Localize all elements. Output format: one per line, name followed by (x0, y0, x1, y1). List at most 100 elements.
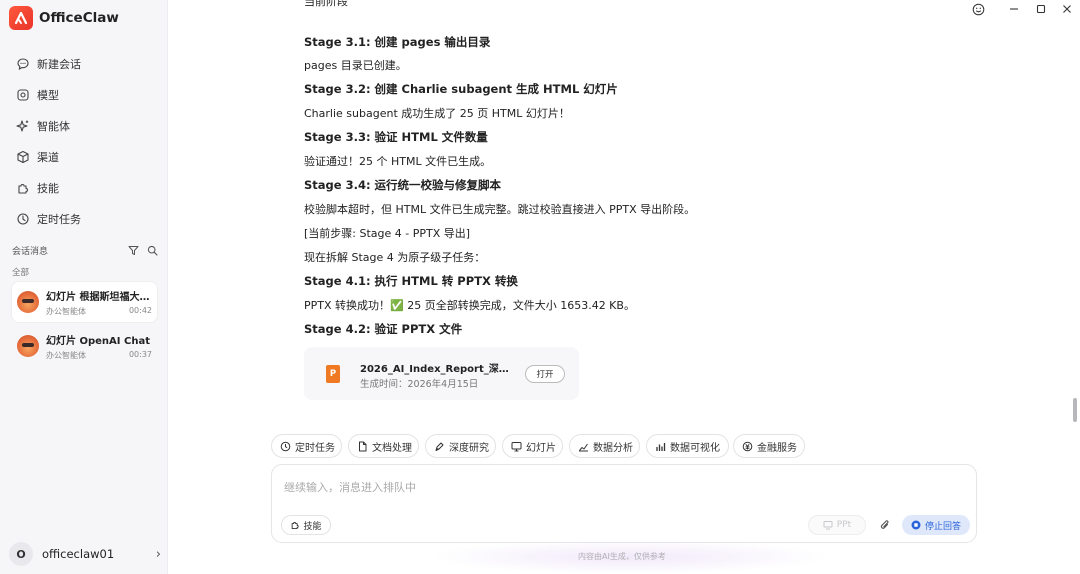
stop-icon (911, 520, 921, 530)
conversations-title: 会话消息 (12, 247, 49, 257)
file-attachment-card[interactable]: P 2026_AI_Index_Report_深度分析.pptx 生成时间：20… (304, 347, 579, 400)
message-text: Charlie subagent 成功生成了 25 页 HTML 幻灯片！ (304, 107, 570, 120)
stage-heading: Stage 3.4: 运行统一校验与修复脚本 (304, 178, 502, 192)
document-icon (359, 441, 367, 451)
sparkle-icon (16, 119, 29, 132)
chip-label: 数据分析 (593, 442, 633, 454)
nav-item-scheduled-tasks[interactable]: 定时任务 (0, 203, 168, 234)
chip-finance[interactable]: 金融服务 (733, 434, 805, 458)
chip-label: 深度研究 (449, 442, 489, 454)
brand: OfficeClaw (9, 6, 119, 30)
search-icon[interactable] (147, 245, 158, 256)
user-name: officeclaw01 (42, 547, 115, 561)
nav-item-channel[interactable]: 渠道 (0, 141, 168, 172)
clock-icon (280, 441, 291, 451)
nav-item-skills[interactable]: 技能 (0, 172, 168, 203)
nav-item-new-chat[interactable]: 新建会话 (0, 48, 168, 79)
chip-data-analysis[interactable]: 数据分析 (569, 434, 640, 458)
close-icon[interactable] (1058, 2, 1076, 16)
emoji-feedback-icon[interactable] (969, 2, 987, 16)
conversation-title: 幻灯片 OpenAI Chat (46, 335, 150, 347)
composer-placeholder[interactable]: 继续输入，消息进入排队中 (284, 479, 416, 495)
chip-document[interactable]: 文档处理 (348, 434, 419, 458)
message-text: 验证通过！25 个 HTML 文件已生成。 (304, 155, 492, 168)
file-date: 生成时间：2026年4月15日 (360, 379, 479, 390)
agent-avatar (17, 291, 39, 313)
maximize-icon[interactable] (1032, 2, 1050, 16)
nav-item-model[interactable]: 模型 (0, 79, 168, 110)
partial-line: 当前阶段 (304, 0, 348, 8)
sidebar-nav: 新建会话 模型 智能体 渠道 技能 定时任务 (0, 48, 168, 234)
puzzle-icon (18, 183, 28, 194)
nav-label: 智能体 (37, 119, 70, 133)
conversation-agent: 办公智能体 (46, 306, 86, 316)
agent-avatar (17, 335, 39, 357)
chip-scheduled-tasks[interactable]: 定时任务 (271, 434, 342, 458)
conversations-filter-label[interactable]: 全部 (12, 266, 29, 278)
puzzle-icon (292, 522, 300, 530)
nav-label: 定时任务 (37, 212, 81, 226)
chip-label: 定时任务 (295, 442, 335, 454)
finance-icon (742, 441, 753, 451)
pen-nib-icon (435, 442, 444, 451)
nav-label: 新建会话 (37, 57, 81, 71)
app-name: OfficeClaw (39, 10, 119, 26)
conversation-time: 00:42 (128, 305, 152, 315)
message-text: pages 目录已创建。 (304, 59, 407, 72)
sidebar: OfficeClaw 新建会话 模型 智能体 渠道 技能 定时任务 会话消息 全… (0, 0, 168, 574)
skills-button[interactable]: 技能 (281, 515, 331, 535)
conversations-header: 会话消息 (12, 244, 158, 257)
stop-answer-button[interactable]: 停止回答 (902, 515, 970, 535)
conversation-agent: 办公智能体 (46, 350, 86, 360)
model-icon (17, 88, 29, 101)
conversation-time: 00:37 (128, 349, 152, 359)
ppt-mode-button[interactable]: PPt (808, 515, 866, 535)
minimize-icon[interactable] (1005, 2, 1023, 16)
file-name: 2026_AI_Index_Report_深度分析.pptx (360, 364, 518, 375)
user-profile[interactable]: O officeclaw01 › (9, 542, 161, 566)
analysis-icon (579, 443, 588, 451)
clock-icon (17, 212, 29, 225)
chat-bubble-icon (17, 57, 29, 70)
stage-heading: Stage 4.2: 验证 PPTX 文件 (304, 322, 463, 336)
ppt-mode-label: PPt (836, 520, 852, 530)
message-composer[interactable]: 继续输入，消息进入排队中 技能 PPt 停止回答 (271, 464, 977, 543)
skills-label: 技能 (303, 521, 322, 532)
nav-label: 模型 (37, 88, 59, 102)
filter-icon[interactable] (128, 245, 139, 256)
cube-icon (17, 150, 29, 163)
message-text: PPTX 转换成功！✅ 25 页全部转换完成，文件大小 1653.42 KB。 (304, 299, 635, 312)
monitor-icon (823, 521, 833, 530)
open-file-button[interactable]: 打开 (525, 365, 565, 383)
nav-item-agent[interactable]: 智能体 (0, 110, 168, 141)
chip-data-visualization[interactable]: 数据可视化 (646, 434, 729, 458)
conversation-item[interactable]: 幻灯片 OpenAI Chat 办公智能体 00:37 (12, 326, 157, 366)
stage-heading: Stage 3.2: 创建 Charlie subagent 生成 HTML 幻… (304, 82, 618, 96)
chevron-right-icon: › (155, 546, 161, 562)
scrollbar-thumb[interactable] (1073, 398, 1077, 422)
stage-heading: Stage 4.1: 执行 HTML 转 PPTX 转换 (304, 274, 518, 288)
stage-heading: Stage 3.1: 创建 pages 输出目录 (304, 35, 491, 49)
nav-label: 技能 (37, 181, 59, 195)
message-text: [当前步骤: Stage 4 - PPTX 导出] (304, 227, 471, 240)
bar-chart-icon (656, 442, 666, 451)
stop-answer-label: 停止回答 (924, 521, 961, 532)
chip-label: 金融服务 (757, 442, 797, 454)
nav-label: 渠道 (37, 150, 59, 164)
chip-label: 数据可视化 (670, 442, 720, 454)
chip-deep-research[interactable]: 深度研究 (425, 434, 496, 458)
chip-label: 文档处理 (372, 442, 412, 454)
message-text: 现在拆解 Stage 4 为原子级子任务： (304, 251, 486, 264)
user-avatar: O (9, 542, 33, 566)
conversation-title: 幻灯片 根据斯坦福大学最新2026AI指数报告 (46, 291, 150, 303)
message-text: 校验脚本超时，但 HTML 文件已生成完整。跳过校验直接进入 PPTX 导出阶段… (304, 203, 696, 216)
chip-slides[interactable]: 幻灯片 (502, 434, 563, 458)
slides-icon (511, 441, 522, 451)
chip-label: 幻灯片 (526, 442, 556, 454)
conversation-item[interactable]: 幻灯片 根据斯坦福大学最新2026AI指数报告 办公智能体 00:42 (12, 282, 157, 322)
stage-heading: Stage 3.3: 验证 HTML 文件数量 (304, 130, 488, 144)
officeclaw-logo-icon (9, 6, 33, 30)
attach-paperclip-icon[interactable] (875, 515, 895, 535)
ai-disclaimer: 内容由AI生成，仅供参考 (578, 552, 666, 561)
pptx-file-icon: P (326, 365, 340, 383)
